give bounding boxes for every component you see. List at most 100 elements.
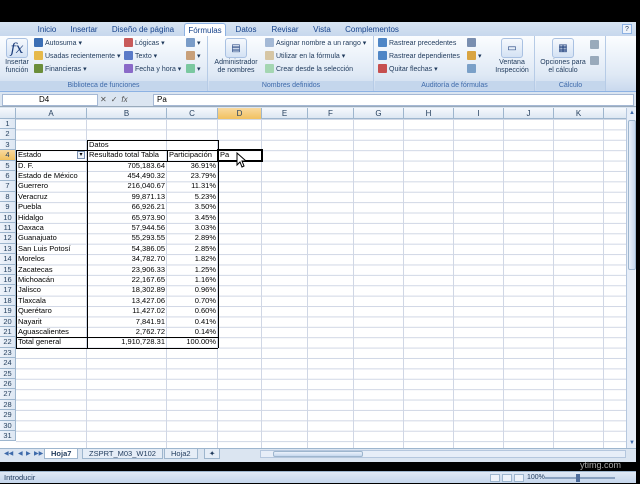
page-layout-button[interactable] bbox=[502, 474, 512, 482]
pivot-row-resultado[interactable]: 54,386.05 bbox=[87, 244, 167, 254]
pivot-row-resultado[interactable]: 13,427.06 bbox=[87, 296, 167, 306]
autosuma-button[interactable]: Autosuma ▾ bbox=[34, 38, 82, 49]
next-sheet-icon[interactable]: ▶ bbox=[26, 449, 31, 459]
pivot-row-participacion[interactable]: 36.91% bbox=[167, 161, 218, 171]
pivot-row-resultado[interactable]: 454,490.32 bbox=[87, 171, 167, 181]
zoom-slider[interactable] bbox=[545, 477, 615, 479]
tab-inicio[interactable]: Inicio bbox=[30, 23, 64, 36]
column-header-i[interactable]: I bbox=[454, 108, 504, 119]
row-header-29[interactable]: 29 bbox=[0, 410, 16, 421]
row-header-20[interactable]: 20 bbox=[0, 316, 16, 327]
pivot-row-participacion[interactable]: 5.23% bbox=[167, 192, 218, 202]
sheet-tab-hoja7[interactable]: Hoja7 bbox=[44, 449, 79, 459]
pivot-row-participacion[interactable]: 11.31% bbox=[167, 181, 218, 191]
pivot-header-resultado[interactable]: Resultado total Tabla bbox=[87, 150, 167, 160]
column-header-b[interactable]: B bbox=[87, 108, 167, 119]
filter-dropdown-icon[interactable]: ▾ bbox=[77, 151, 85, 160]
pivot-row-resultado[interactable]: 7,841.91 bbox=[87, 317, 167, 327]
pivot-row-estado[interactable]: Zacatecas bbox=[16, 265, 87, 275]
insert-function-button[interactable]: fx Insertar función bbox=[2, 38, 32, 75]
asignar-nombre-button[interactable]: Asignar nombre a un rango ▾ bbox=[265, 38, 366, 49]
pivot-row-participacion[interactable]: 3.45% bbox=[167, 213, 218, 223]
scroll-thumb[interactable] bbox=[628, 120, 636, 270]
more-functions-3-button[interactable]: ▾ bbox=[186, 64, 201, 75]
pivot-row-estado[interactable]: Puebla bbox=[16, 202, 87, 212]
pivot-row-estado[interactable]: Tlaxcala bbox=[16, 296, 87, 306]
row-header-3[interactable]: 3 bbox=[0, 139, 16, 151]
row-header-5[interactable]: 5 bbox=[0, 160, 16, 171]
pivot-row-resultado[interactable]: 22,167.65 bbox=[87, 275, 167, 285]
enter-icon[interactable]: ✓ bbox=[111, 95, 118, 104]
pivot-row-participacion[interactable]: 3.50% bbox=[167, 202, 218, 212]
row-header-7[interactable]: 7 bbox=[0, 181, 16, 192]
row-header-26[interactable]: 26 bbox=[0, 379, 16, 390]
tab-vista[interactable]: Vista bbox=[306, 23, 338, 36]
admin-nombres-button[interactable]: ▤ Administrador de nombres bbox=[211, 38, 261, 75]
pivot-row-participacion[interactable]: 0.70% bbox=[167, 296, 218, 306]
tab-complementos[interactable]: Complementos bbox=[342, 23, 402, 36]
column-header-k[interactable]: K bbox=[554, 108, 604, 119]
pivot-row-participacion[interactable]: 2.89% bbox=[167, 233, 218, 243]
pivot-header-participacion[interactable]: Participación bbox=[167, 150, 218, 160]
pivot-data-label[interactable]: Datos bbox=[87, 140, 167, 150]
scroll-thumb[interactable] bbox=[273, 451, 363, 457]
row-header-4[interactable]: 4 bbox=[0, 150, 16, 161]
last-sheet-icon[interactable]: ▶▶ bbox=[34, 449, 43, 459]
vertical-scrollbar[interactable]: ▲ ▼ bbox=[626, 108, 636, 448]
rastrear-precedentes-button[interactable]: Rastrear precedentes bbox=[378, 38, 456, 49]
normal-view-button[interactable] bbox=[490, 474, 500, 482]
insert-sheet-icon[interactable]: ✦ bbox=[204, 449, 221, 459]
pivot-row-estado[interactable]: Guanajuato bbox=[16, 233, 87, 243]
tab-diseno-pagina[interactable]: Diseño de página bbox=[106, 23, 180, 36]
pivot-row-resultado[interactable]: 55,293.55 bbox=[87, 233, 167, 243]
logicas-button[interactable]: Lógicas ▾ bbox=[124, 38, 165, 49]
pivot-row-resultado[interactable]: 216,040.67 bbox=[87, 181, 167, 191]
row-header-22[interactable]: 22 bbox=[0, 337, 16, 348]
row-header-14[interactable]: 14 bbox=[0, 254, 16, 265]
pivot-row-estado[interactable]: Michoacán bbox=[16, 275, 87, 285]
name-box[interactable]: D4 bbox=[2, 94, 98, 106]
page-break-button[interactable] bbox=[514, 474, 524, 482]
row-header-30[interactable]: 30 bbox=[0, 420, 16, 431]
row-header-8[interactable]: 8 bbox=[0, 191, 16, 203]
utilizar-formula-button[interactable]: Utilizar en la fórmula ▾ bbox=[265, 51, 345, 62]
row-header-27[interactable]: 27 bbox=[0, 389, 16, 400]
pivot-total-label[interactable]: Total general bbox=[16, 337, 87, 347]
column-header-d[interactable]: D bbox=[218, 108, 262, 119]
error-check-button[interactable]: ▾ bbox=[467, 51, 482, 62]
pivot-row-participacion[interactable]: 0.60% bbox=[167, 306, 218, 316]
pivot-row-estado[interactable]: Estado de México bbox=[16, 171, 87, 181]
pivot-row-estado[interactable]: Jalisco bbox=[16, 285, 87, 295]
column-header-a[interactable]: A bbox=[16, 108, 87, 119]
row-header-1[interactable]: 1 bbox=[0, 119, 16, 130]
pivot-row-estado[interactable]: Guerrero bbox=[16, 181, 87, 191]
financieras-button[interactable]: Financieras ▾ bbox=[34, 64, 87, 75]
fx-icon[interactable]: fx bbox=[121, 95, 127, 104]
row-header-11[interactable]: 11 bbox=[0, 223, 16, 234]
pivot-row-resultado[interactable]: 57,944.56 bbox=[87, 223, 167, 233]
row-header-13[interactable]: 13 bbox=[0, 243, 16, 255]
pivot-row-participacion[interactable]: 3.03% bbox=[167, 223, 218, 233]
row-header-28[interactable]: 28 bbox=[0, 399, 16, 411]
pivot-row-participacion[interactable]: 23.79% bbox=[167, 171, 218, 181]
scroll-up-icon[interactable]: ▲ bbox=[627, 108, 637, 118]
pivot-row-participacion[interactable]: 1.25% bbox=[167, 265, 218, 275]
tab-formulas[interactable]: Fórmulas bbox=[184, 23, 226, 36]
pivot-row-estado[interactable]: Querétaro bbox=[16, 306, 87, 316]
pivot-row-resultado[interactable]: 2,762.72 bbox=[87, 327, 167, 337]
ventana-inspeccion-button[interactable]: ▭ Ventana Inspección bbox=[491, 38, 533, 75]
row-header-12[interactable]: 12 bbox=[0, 233, 16, 244]
select-all-corner[interactable] bbox=[0, 108, 16, 119]
texto-button[interactable]: Texto ▾ bbox=[124, 51, 157, 62]
row-header-10[interactable]: 10 bbox=[0, 212, 16, 223]
show-formulas-button[interactable] bbox=[467, 38, 478, 49]
help-icon[interactable]: ? bbox=[622, 24, 632, 34]
pivot-row-resultado[interactable]: 705,183.64 bbox=[87, 161, 167, 171]
column-header-f[interactable]: F bbox=[308, 108, 354, 119]
pivot-row-estado[interactable]: San Luis Potosí bbox=[16, 244, 87, 254]
pivot-row-resultado[interactable]: 34,782.70 bbox=[87, 254, 167, 264]
quitar-flechas-button[interactable]: Quitar flechas ▾ bbox=[378, 64, 438, 75]
pivot-row-resultado[interactable]: 11,427.02 bbox=[87, 306, 167, 316]
row-header-21[interactable]: 21 bbox=[0, 327, 16, 338]
pivot-row-resultado[interactable]: 23,906.33 bbox=[87, 265, 167, 275]
